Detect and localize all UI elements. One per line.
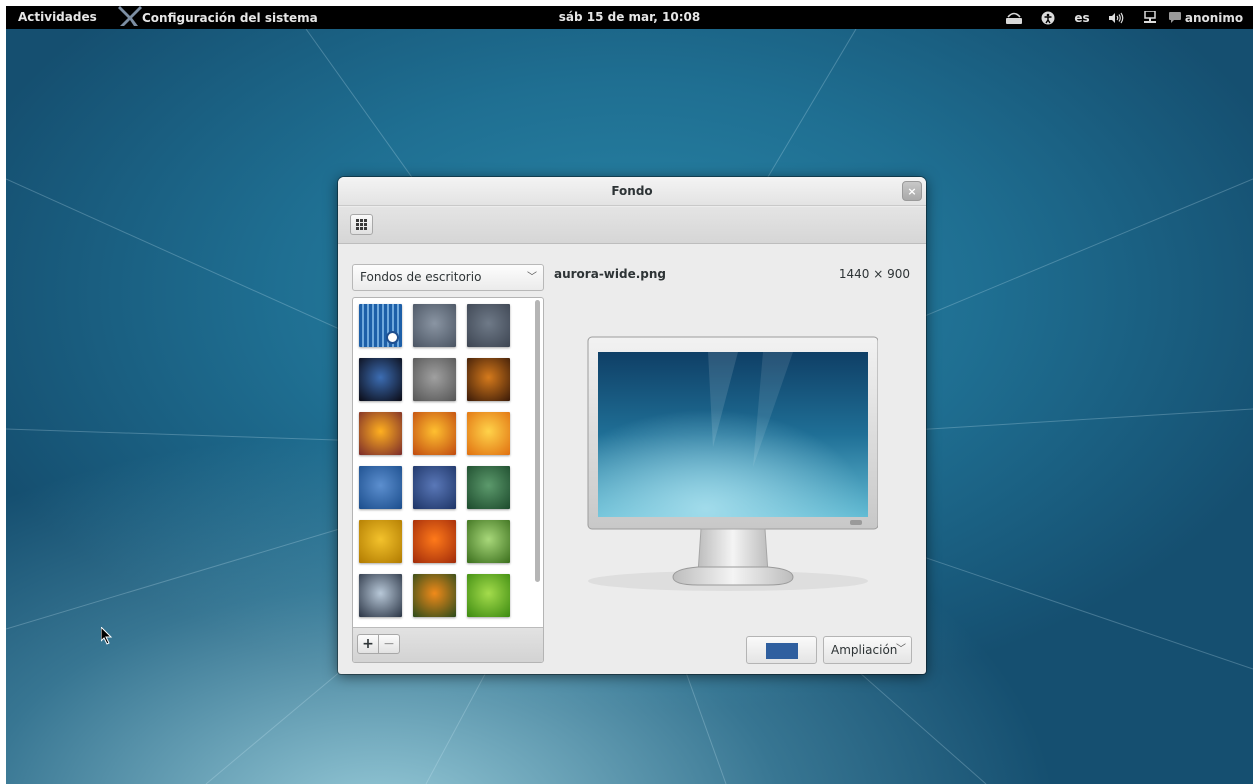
wallpaper-thumbnail-earth[interactable] xyxy=(359,358,402,401)
wallpaper-category-select[interactable]: Fondos de escritorio ﹀ xyxy=(352,264,544,291)
all-settings-button[interactable] xyxy=(350,214,373,235)
window-toolbar xyxy=(338,207,926,244)
wallpaper-thumbnail-red-flower[interactable] xyxy=(413,520,456,563)
wallpaper-thumbnail-orange-flare-2[interactable] xyxy=(413,412,456,455)
top-panel: Actividades Configuración del sistema sá… xyxy=(6,6,1253,29)
wallpaper-thumbnail-yellow-radial[interactable] xyxy=(359,520,402,563)
wallpaper-thumbnail-gray-swirl[interactable] xyxy=(413,304,456,347)
chevron-down-icon: ﹀ xyxy=(527,272,537,283)
wallpaper-file-name: aurora-wide.png xyxy=(554,267,667,281)
wallpaper-thumbnail-orange-flare-1[interactable] xyxy=(359,412,402,455)
grid-icon xyxy=(356,219,367,230)
wallpaper-thumbnail-blue-lines[interactable] xyxy=(359,466,402,509)
volume-icon[interactable] xyxy=(1099,6,1133,29)
wallpaper-scrollbar[interactable] xyxy=(533,300,541,626)
user-name: anonimo xyxy=(1184,10,1244,25)
wallpaper-list-toolbar: + − xyxy=(353,627,543,662)
wallpaper-dimensions: 1440 × 900 xyxy=(838,267,910,281)
wallpaper-thumbnail-water-drop[interactable] xyxy=(359,574,402,617)
user-menu[interactable]: anonimo xyxy=(1167,6,1245,29)
system-tray: es anonimo xyxy=(997,6,1245,29)
color-swatch xyxy=(766,643,798,659)
wallpaper-thumbnail-blue-radial[interactable] xyxy=(413,466,456,509)
plus-icon: + xyxy=(362,636,374,652)
window-titlebar[interactable]: Fondo × xyxy=(338,177,926,206)
add-wallpaper-button[interactable]: + xyxy=(357,634,379,654)
wallpaper-thumbnail-orange-blur[interactable] xyxy=(413,574,456,617)
wallpaper-thumbnail-gray-gear[interactable] xyxy=(467,304,510,347)
selected-check-icon xyxy=(386,331,399,344)
wallpaper-list: + − xyxy=(352,297,544,663)
color-picker-button[interactable] xyxy=(746,636,817,664)
wallpaper-thumbnail-blue-stripes-selected[interactable] xyxy=(359,304,402,347)
wallpaper-thumbnail-desert-sunset[interactable] xyxy=(467,358,510,401)
network-icon[interactable] xyxy=(997,6,1031,29)
chevron-down-icon: ﹀ xyxy=(896,644,906,655)
wallpaper-category-value: Fondos de escritorio xyxy=(360,270,482,284)
close-button[interactable]: × xyxy=(902,181,922,201)
wallpaper-thumbnail-orange-flare-3[interactable] xyxy=(467,412,510,455)
keyboard-layout-indicator[interactable]: es xyxy=(1065,6,1099,29)
scrollbar-thumb[interactable] xyxy=(535,300,540,582)
screen: Actividades Configuración del sistema sá… xyxy=(6,6,1253,784)
wired-network-icon[interactable] xyxy=(1133,6,1167,29)
wallpaper-thumbnail-green-leaf[interactable] xyxy=(467,574,510,617)
wallpaper-thumbnail-green-grass[interactable] xyxy=(467,520,510,563)
background-settings-window: Fondo × Fondos de escritorio ﹀ aurora-wi… xyxy=(338,177,926,674)
close-icon: × xyxy=(907,185,917,198)
wallpaper-thumbnail-gray-drops[interactable] xyxy=(413,358,456,401)
power-button-icon xyxy=(850,520,862,525)
wallpaper-preview-monitor xyxy=(587,336,878,591)
window-title: Fondo xyxy=(611,184,653,198)
remove-wallpaper-button[interactable]: − xyxy=(378,634,400,654)
wallpaper-thumbnail-green-radial[interactable] xyxy=(467,466,510,509)
wallpaper-mode-select[interactable]: Ampliación ﹀ xyxy=(823,636,912,664)
mouse-pointer-icon xyxy=(101,627,113,645)
wallpaper-mode-value: Ampliación xyxy=(831,643,898,657)
minus-icon: − xyxy=(383,636,395,652)
accessibility-icon[interactable] xyxy=(1031,6,1065,29)
chat-status-icon xyxy=(1168,12,1181,23)
